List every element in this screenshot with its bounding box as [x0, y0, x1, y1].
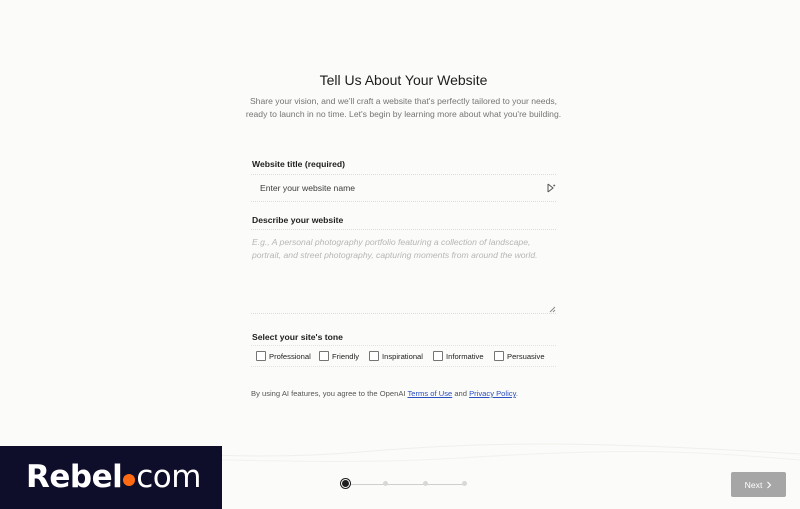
ai-consent-notice: By using AI features, you agree to the O…	[251, 389, 556, 398]
chevron-right-icon	[767, 481, 772, 488]
checkbox[interactable]	[319, 351, 329, 361]
checkbox[interactable]	[433, 351, 443, 361]
description-label: Describe your website	[252, 215, 344, 225]
brand-logo: Rebel com	[26, 459, 201, 495]
step-1-indicator	[341, 479, 350, 488]
checkbox[interactable]	[369, 351, 379, 361]
tone-option-friendly[interactable]: Friendly	[319, 351, 359, 361]
tone-option-label: Friendly	[332, 351, 360, 361]
website-title-field	[251, 174, 556, 202]
tone-option-label: Inspirational	[382, 351, 423, 361]
brand-dot	[123, 474, 136, 486]
checkbox[interactable]	[494, 351, 504, 361]
page-subtitle: Share your vision, and we'll craft a web…	[245, 96, 562, 119]
website-title-label: Website title (required)	[252, 159, 345, 169]
step-3-indicator	[423, 481, 428, 486]
next-button-label: Next	[744, 479, 763, 490]
description-textarea[interactable]	[251, 229, 556, 314]
tone-label: Select your site's tone	[252, 332, 343, 342]
ai-sparkle-icon[interactable]	[546, 183, 556, 193]
consent-text: .	[515, 389, 518, 398]
tone-option-professional[interactable]: Professional	[256, 351, 311, 361]
resize-grip-icon[interactable]	[549, 306, 556, 313]
terms-of-use-link[interactable]: Terms of Use	[407, 389, 452, 398]
next-button[interactable]: Next	[731, 472, 786, 497]
tone-option-inspirational[interactable]: Inspirational	[369, 351, 423, 361]
tone-option-persuasive[interactable]: Persuasive	[494, 351, 545, 361]
brand-tld: com	[136, 459, 201, 495]
consent-text: and	[452, 389, 470, 398]
tone-options: Professional Friendly Inspirational Info…	[251, 345, 556, 367]
privacy-policy-link[interactable]: Privacy Policy	[469, 389, 516, 398]
brand-logo-banner: Rebel com	[0, 446, 222, 509]
tone-option-informative[interactable]: Informative	[433, 351, 484, 361]
tone-option-label: Persuasive	[507, 351, 545, 361]
stepper-track	[345, 484, 465, 485]
tone-option-label: Professional	[269, 351, 311, 361]
website-title-input[interactable]	[260, 175, 530, 201]
step-4-indicator	[462, 481, 467, 486]
brand-name: Rebel	[26, 459, 123, 495]
consent-text: By using AI features, you agree to the O…	[251, 389, 408, 398]
progress-stepper	[340, 479, 470, 490]
step-2-indicator	[383, 481, 388, 486]
tone-option-label: Informative	[446, 351, 484, 361]
page-title: Tell Us About Your Website	[319, 72, 488, 88]
checkbox[interactable]	[256, 351, 266, 361]
